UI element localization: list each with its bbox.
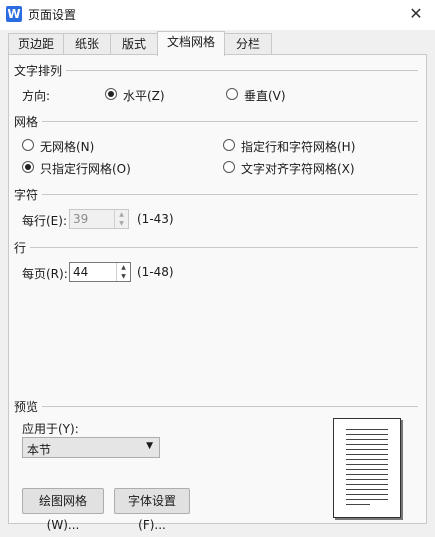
- wps-app-icon: W: [6, 6, 22, 22]
- preview-text-line: [346, 489, 388, 490]
- preview-text-line: [346, 474, 388, 475]
- draw-grid-button[interactable]: 绘图网格(W)...: [22, 488, 104, 532]
- chars-range: (1-43): [137, 212, 174, 226]
- radio-no-grid-label[interactable]: 无网格(N): [40, 138, 94, 155]
- preview-text-line: [346, 434, 388, 435]
- preview-text-line: [346, 459, 388, 460]
- font-settings-button[interactable]: 字体设置(F)...: [114, 488, 190, 532]
- chars-per-line-label: 每行(E):: [22, 214, 67, 228]
- title-bar: W 页面设置 ✕: [0, 0, 435, 30]
- preview-text-line: [346, 444, 388, 445]
- spinner-arrows-icon: ▲ ▼: [114, 210, 128, 228]
- radio-line-and-char-grid[interactable]: [223, 139, 235, 151]
- preview-text-line: [346, 484, 388, 485]
- radio-line-and-char-grid-label[interactable]: 指定行和字符网格(H): [241, 138, 355, 155]
- preview-text-line: [346, 479, 388, 480]
- radio-vertical-label[interactable]: 垂直(V): [244, 87, 286, 104]
- direction-label: 方向:: [22, 89, 51, 103]
- page-preview: [333, 418, 401, 518]
- section-characters: 字符: [14, 188, 39, 202]
- preview-text-line: [346, 439, 388, 440]
- window-title: 页面设置: [28, 8, 77, 22]
- section-preview: 预览: [14, 400, 39, 414]
- spinner-arrows-icon[interactable]: ▲ ▼: [116, 263, 130, 281]
- chars-per-line-spinner: 39 ▲ ▼: [69, 209, 129, 229]
- close-button[interactable]: ✕: [405, 3, 427, 25]
- preview-text-line: [346, 449, 388, 450]
- divider: [42, 121, 418, 122]
- section-grid: 网格: [14, 115, 39, 129]
- radio-line-grid-only[interactable]: [22, 161, 34, 173]
- chevron-down-icon[interactable]: ▼: [146, 441, 153, 451]
- radio-horizontal-label[interactable]: 水平(Z): [123, 87, 165, 104]
- radio-line-grid-only-label[interactable]: 只指定行网格(O): [40, 160, 131, 177]
- lines-range: (1-48): [137, 265, 174, 279]
- preview-text-line: [346, 464, 388, 465]
- preview-text-line: [346, 499, 388, 500]
- lines-per-page-label: 每页(R):: [22, 267, 68, 281]
- section-text-direction: 文字排列: [14, 64, 63, 78]
- preview-text-line: [346, 429, 388, 430]
- divider: [42, 406, 418, 407]
- tab-margins[interactable]: 页边距: [8, 33, 64, 55]
- tab-paper[interactable]: 纸张: [63, 33, 111, 55]
- radio-snap-to-char-grid-label[interactable]: 文字对齐字符网格(X): [241, 160, 355, 177]
- radio-no-grid[interactable]: [22, 139, 34, 151]
- section-lines: 行: [14, 241, 27, 255]
- preview-text-line: [346, 504, 370, 505]
- divider: [42, 194, 418, 195]
- lines-per-page-value[interactable]: 44: [73, 265, 88, 279]
- tab-layout[interactable]: 版式: [110, 33, 158, 55]
- divider: [66, 70, 418, 71]
- tab-document-grid[interactable]: 文档网格: [157, 31, 225, 56]
- radio-vertical[interactable]: [226, 88, 238, 100]
- radio-horizontal[interactable]: [105, 88, 117, 100]
- preview-text-line: [346, 494, 388, 495]
- preview-text-line: [346, 454, 388, 455]
- apply-to-value[interactable]: 本节: [27, 441, 51, 458]
- preview-text-line: [346, 469, 388, 470]
- apply-to-label: 应用于(Y):: [22, 422, 79, 436]
- apply-to-select[interactable]: 本节 ▼: [22, 437, 160, 458]
- divider: [30, 247, 418, 248]
- lines-per-page-spinner[interactable]: 44 ▲ ▼: [69, 262, 131, 282]
- tab-columns[interactable]: 分栏: [224, 33, 272, 55]
- chars-per-line-value: 39: [73, 212, 89, 226]
- radio-snap-to-char-grid[interactable]: [223, 161, 235, 173]
